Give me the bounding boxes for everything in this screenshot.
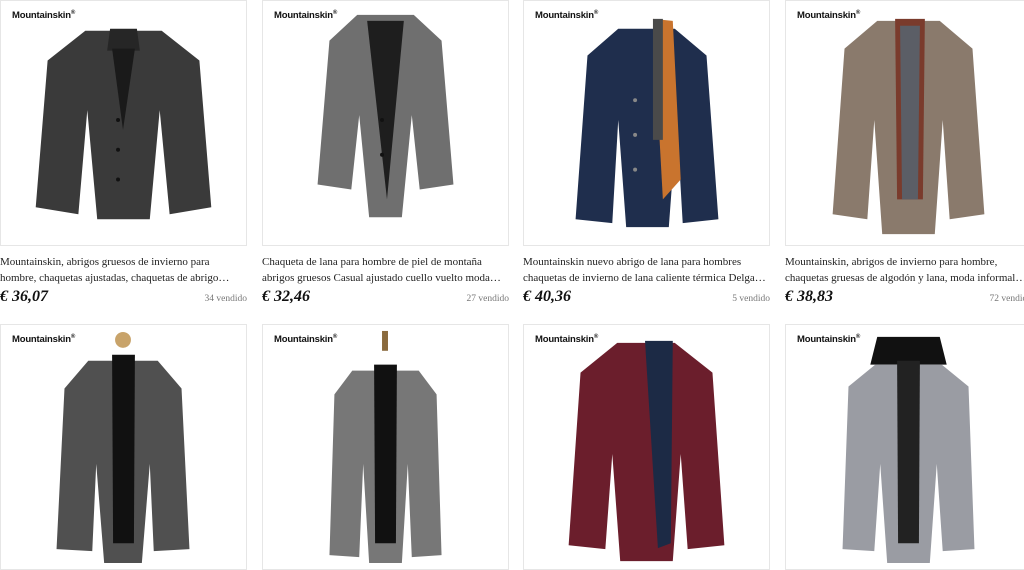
product-image[interactable]: Mountainskin® [785, 0, 1024, 246]
product-price: € 32,46 [262, 288, 310, 305]
product-card[interactable]: Mountainskin® Chaqueta de lana para homb… [262, 0, 509, 306]
product-title[interactable]: Chaqueta de lana para hombre de piel de … [262, 254, 509, 286]
product-image[interactable]: Mountainskin® [262, 0, 509, 246]
sold-count: 72 vendido [989, 294, 1024, 304]
product-image[interactable]: Mountainskin® [523, 0, 770, 246]
coat-image [842, 336, 975, 564]
product-card[interactable]: Mountainskin® [523, 324, 770, 570]
product-title-line[interactable]: chaquetas gruesas de algodón y lana, mod… [785, 270, 1024, 286]
product-title-line[interactable]: Mountainskin, abrigos gruesos de inviern… [0, 254, 247, 270]
coat-image [35, 28, 212, 220]
product-title-line[interactable]: chaquetas de invierno de lana caliente t… [523, 270, 770, 286]
product-title-line[interactable]: Chaqueta de lana para hombre de piel de … [262, 254, 509, 270]
product-title[interactable]: Mountainskin, abrigos gruesos de inviern… [0, 254, 247, 286]
product-image[interactable]: Mountainskin® [0, 324, 247, 570]
product-title-line[interactable]: abrigos gruesos Casual ajustado cuello v… [262, 270, 509, 286]
product-title[interactable]: Mountainskin nuevo abrigo de lana para h… [523, 254, 770, 286]
product-price: € 36,07 [0, 288, 48, 305]
sold-count: 5 vendido [732, 294, 770, 304]
coat-image [317, 14, 454, 218]
product-card[interactable]: Mountainskin® Mountainskin nuevo abrigo … [523, 0, 770, 306]
coat-image [56, 331, 190, 564]
product-image[interactable]: Mountainskin® [0, 0, 247, 246]
sold-count: 34 vendido [204, 294, 247, 304]
product-price: € 40,36 [523, 288, 571, 305]
product-image[interactable]: Mountainskin® [523, 324, 770, 570]
product-card[interactable]: Mountainskin® Mountainskin, abrigos de i… [785, 0, 1024, 306]
product-title[interactable]: Mountainskin, abrigos de invierno para h… [785, 254, 1024, 286]
coat-image [575, 18, 719, 228]
product-image[interactable]: Mountainskin® [262, 324, 509, 570]
product-image[interactable]: Mountainskin® [785, 324, 1024, 570]
coat-image [832, 18, 985, 235]
product-title-line[interactable]: Mountainskin nuevo abrigo de lana para h… [523, 254, 770, 270]
coat-image [568, 340, 725, 562]
coat-image [329, 330, 442, 564]
product-card[interactable]: Mountainskin® [262, 324, 509, 570]
product-card[interactable]: Mountainskin® [785, 324, 1024, 570]
product-card[interactable]: Mountainskin® [0, 324, 247, 570]
sold-count: 27 vendido [466, 294, 509, 304]
product-title-line[interactable]: hombre, chaquetas ajustadas, chaquetas d… [0, 270, 247, 286]
product-title-line[interactable]: Mountainskin, abrigos de invierno para h… [785, 254, 1024, 270]
product-card[interactable]: Mountainskin® Mountainskin, abrigos grue… [0, 0, 247, 306]
product-price: € 38,83 [785, 288, 833, 305]
